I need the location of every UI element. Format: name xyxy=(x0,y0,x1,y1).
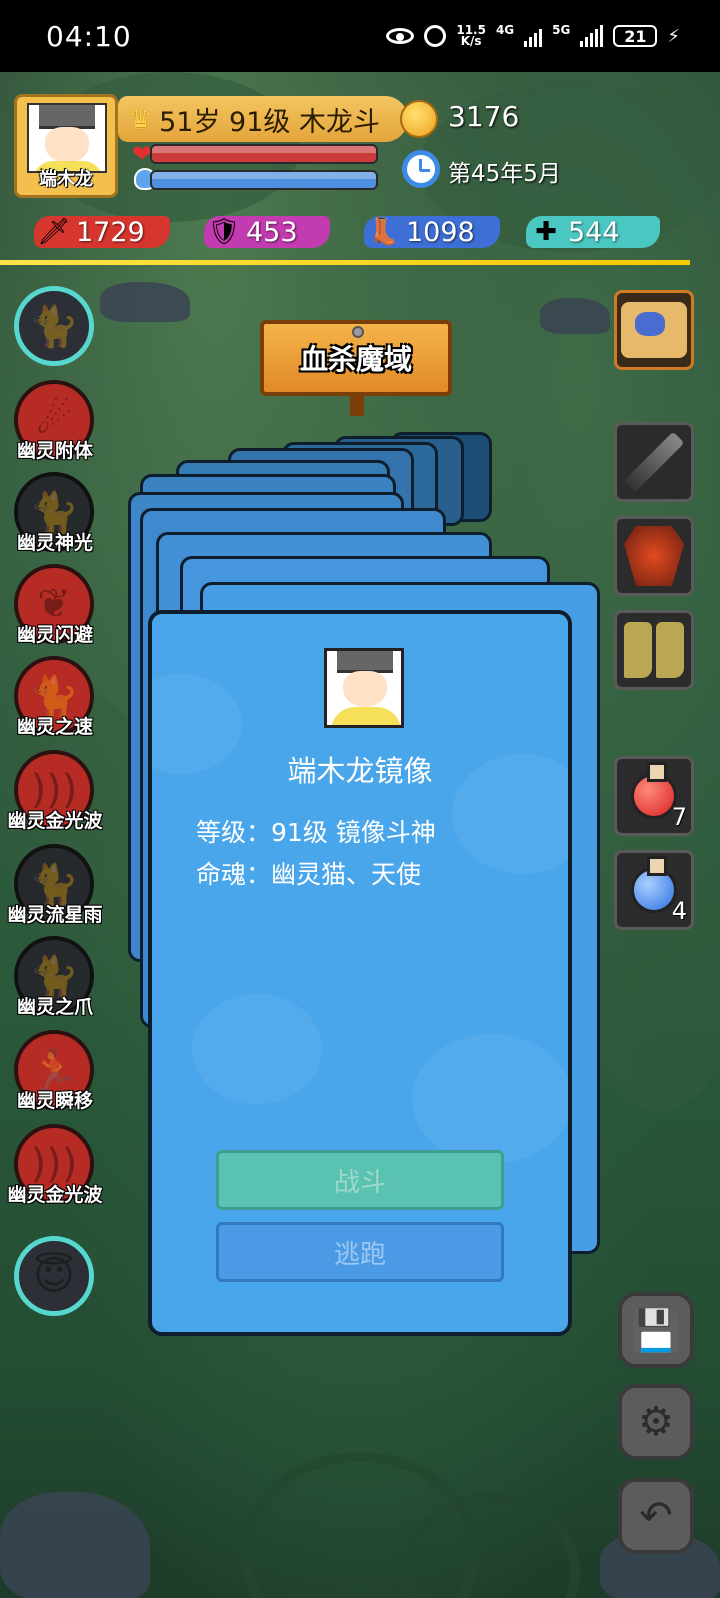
skill-3[interactable]: ❦ 幽灵闪避 xyxy=(14,564,94,646)
avatar-portrait xyxy=(27,103,107,173)
sign-post xyxy=(350,396,364,416)
red-potion-slot[interactable]: 7 xyxy=(614,756,694,836)
enemy-level: 等级：91级 镜像斗神 xyxy=(196,818,436,847)
enemy-name: 端木龙镜像 xyxy=(287,754,433,788)
clock-icon xyxy=(402,150,440,188)
signal-icon xyxy=(580,25,604,47)
player-name: 端木龙 xyxy=(39,169,93,190)
status-icons: 11.5 K/s 4G 5G 21 ⚡ xyxy=(386,23,680,48)
red-potion-icon xyxy=(631,762,677,819)
weapon-slot[interactable] xyxy=(614,422,694,502)
encounter-card: 端木龙镜像 等级：91级 镜像斗神 命魂：幽灵猫、天使 战斗 逃跑 xyxy=(148,610,572,1336)
signal-icon xyxy=(524,25,543,47)
skill-cat-angel[interactable]: 😇 xyxy=(14,1236,94,1316)
save-icon: 💾 xyxy=(631,1307,681,1354)
gear-icon: ⚙ xyxy=(638,1399,674,1445)
health-stat: ✚ 544 xyxy=(526,212,660,252)
network-type-4g: 4G xyxy=(495,23,515,37)
back-button[interactable]: ↶ xyxy=(618,1478,694,1554)
fight-button[interactable]: 战斗 xyxy=(216,1150,504,1210)
enemy-soul: 命魂：幽灵猫、天使 xyxy=(196,860,422,889)
skill-4[interactable]: 🐈 幽灵之速 xyxy=(14,656,94,738)
sword-icon: 🗡 xyxy=(37,217,71,247)
player-avatar[interactable]: 端木龙 xyxy=(14,94,118,198)
location-title: 血杀魔域 xyxy=(299,343,412,376)
boots-icon xyxy=(624,622,652,678)
location-sign: 血杀魔域 xyxy=(260,320,452,396)
shield-icon: 🛡 xyxy=(207,217,241,247)
save-button[interactable]: 💾 xyxy=(618,1292,694,1368)
heart-plus-icon: ✚ xyxy=(535,217,557,247)
crown-icon: ♛ xyxy=(128,102,154,136)
skill-7[interactable]: 🐈 幽灵之爪 xyxy=(14,936,94,1018)
mp-bar xyxy=(150,170,378,190)
hud-divider xyxy=(0,260,690,265)
red-potion-count: 7 xyxy=(671,803,687,831)
skill-8[interactable]: 🏃 幽灵瞬移 xyxy=(14,1030,94,1112)
map-scroll-icon xyxy=(621,302,687,358)
flee-button[interactable]: 逃跑 xyxy=(216,1222,504,1282)
attack-stat: 🗡 1729 xyxy=(34,212,170,252)
skill-6[interactable]: 🐈 幽灵流星雨 xyxy=(7,844,103,926)
battery-icon: 21 xyxy=(613,25,658,47)
game-date: 第45年5月 xyxy=(448,161,561,187)
hp-bar xyxy=(150,144,378,164)
ghost-cat-icon: 🐈 xyxy=(29,303,79,350)
network-speed: 11.5 K/s xyxy=(456,23,486,48)
map-slot[interactable] xyxy=(614,290,694,370)
enemy-portrait xyxy=(324,648,404,728)
settings-button[interactable]: ⚙ xyxy=(618,1384,694,1460)
gold-coin-icon xyxy=(400,100,438,138)
speed-stat: 👢 1098 xyxy=(364,212,500,252)
sword-icon xyxy=(623,431,685,493)
blue-potion-icon xyxy=(631,856,677,913)
network-type-5g: 5G xyxy=(552,23,571,37)
skill-5[interactable]: ))) 幽灵金光波 xyxy=(7,750,103,832)
system-status-bar: 04:10 11.5 K/s 4G 5G 21 ⚡ xyxy=(0,0,720,72)
back-arrow-icon: ↶ xyxy=(639,1493,673,1539)
skill-9[interactable]: ))) 幽灵金光波 xyxy=(7,1124,103,1206)
gold-amount: 3176 xyxy=(448,100,520,133)
skill-1[interactable]: ☄ 幽灵附体 xyxy=(14,380,94,462)
enemy-info: 等级：91级 镜像斗神 命魂：幽灵猫、天使 xyxy=(196,812,436,896)
blue-potion-count: 4 xyxy=(671,897,687,925)
charging-icon: ⚡ xyxy=(667,25,680,47)
eye-icon xyxy=(386,28,415,44)
defense-stat: 🛡 453 xyxy=(204,212,330,252)
player-level-text: 51岁 91级 木龙斗 xyxy=(159,106,380,138)
boot-icon: 👢 xyxy=(367,217,401,247)
cat-angel-icon: 😇 xyxy=(33,1253,75,1299)
level-banner: ♛ 51岁 91级 木龙斗 xyxy=(118,96,408,142)
armor-icon xyxy=(624,526,684,586)
skill-2[interactable]: 🐈 幽灵神光 xyxy=(14,472,94,554)
boots-slot[interactable] xyxy=(614,610,694,690)
clock-time: 04:10 xyxy=(46,19,132,53)
alarm-icon xyxy=(424,25,447,47)
blue-potion-slot[interactable]: 4 xyxy=(614,850,694,930)
skill-ghost-cat[interactable]: 🐈 xyxy=(14,286,94,366)
armor-slot[interactable] xyxy=(614,516,694,596)
